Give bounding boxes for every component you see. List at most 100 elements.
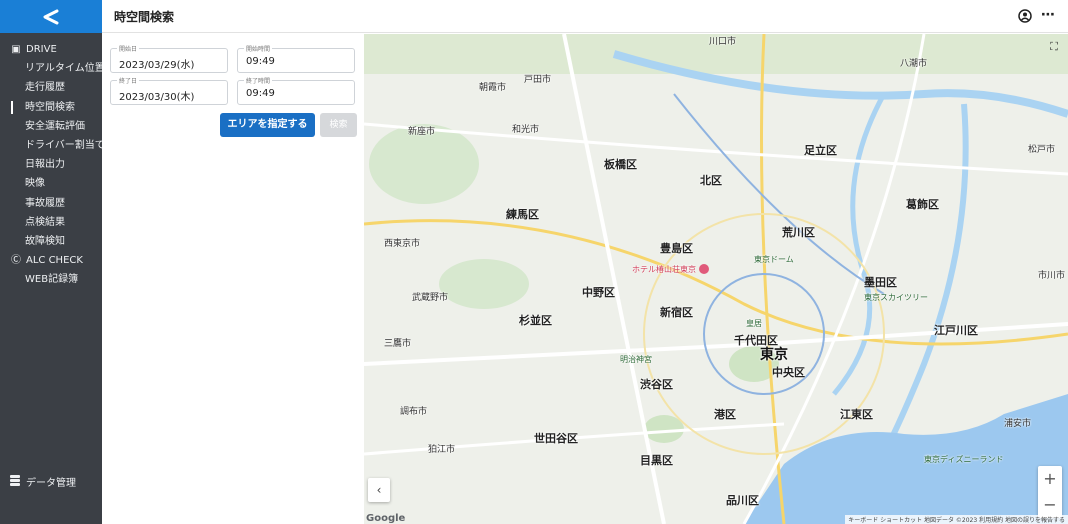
sidebar-item-data-management[interactable]: データ管理 — [10, 474, 76, 489]
map-label-city: 川口市 — [709, 37, 737, 47]
specify-area-button[interactable]: エリアを指定する — [220, 113, 315, 137]
sidebar-item-label: WEB記録簿 — [25, 274, 79, 286]
search-button[interactable]: 検索 — [320, 113, 357, 137]
map-poi: 明治神宮 — [620, 355, 652, 364]
map[interactable]: 練馬区 板橋区 北区 足立区 葛飾区 豊島区 荒川区 中野区 杉並区 新宿区 千… — [364, 34, 1068, 524]
sidebar-item-daily-report[interactable]: 日報出力 — [0, 155, 102, 174]
map-label-ward: 板橋区 — [604, 158, 637, 171]
start-time-field[interactable]: 開始時間 09:49 — [237, 44, 355, 73]
sidebar-item-label: 走行履歴 — [25, 82, 65, 94]
map-label-ward: 墨田区 — [864, 276, 897, 289]
sidebar-item-history[interactable]: 走行履歴 — [0, 78, 102, 97]
start-date-label: 開始日 — [117, 44, 140, 53]
sidebar-item-video[interactable]: 映像 — [0, 174, 102, 193]
map-label-ward: 葛飾区 — [906, 198, 939, 211]
sidebar-item-driver-assign[interactable]: ドライバー割当て — [0, 136, 102, 155]
sidebar-item-label: ALC CHECK — [26, 255, 83, 267]
map-label-city: 三鷹市 — [384, 339, 412, 349]
sidebar-item-accident[interactable]: 事故履歴 — [0, 194, 102, 213]
sidebar-item-label: 安全運転評価 — [25, 120, 85, 132]
google-logo: Google — [366, 513, 406, 524]
database-icon — [10, 474, 20, 489]
zoom-in-button[interactable]: + — [1038, 466, 1062, 492]
map-label-center-city: 東京 — [760, 347, 788, 363]
account-icon[interactable] — [1018, 8, 1032, 27]
alc-icon: Ⓒ — [11, 255, 21, 267]
map-label-ward: 足立区 — [804, 144, 837, 157]
sidebar-item-label: 映像 — [25, 178, 45, 190]
map-label-city: 調布市 — [400, 407, 428, 417]
search-panel: 開始日 2023/03/29(水) 開始時間 09:49 終了日 2023/03… — [102, 34, 364, 524]
sidebar-item-web-log[interactable]: WEB記録簿 — [0, 270, 102, 289]
map-poi: 東京ドーム — [754, 255, 794, 264]
map-label-city: 松戸市 — [1028, 145, 1056, 155]
start-time-value: 09:49 — [246, 56, 275, 67]
map-label-city: 西東京市 — [384, 239, 421, 249]
map-label-ward: 北区 — [700, 174, 722, 187]
map-label-ward: 世田谷区 — [534, 432, 578, 445]
map-label-city: 戸田市 — [524, 75, 552, 85]
map-label-ward: 中野区 — [582, 286, 615, 299]
map-attribution[interactable]: キーボード ショートカット 地図データ ©2023 利用規約 地図の誤りを報告す… — [845, 515, 1068, 524]
fullscreen-icon[interactable]: ⛶ — [1046, 40, 1062, 56]
map-label-city: 狛江市 — [428, 445, 456, 455]
sidebar-nav: ▣ DRIVE リアルタイム位置 走行履歴 時空間検索 安全運転評価 ドライバー割… — [0, 40, 102, 289]
sidebar-item-realtime[interactable]: リアルタイム位置 — [0, 59, 102, 78]
map-label-city: 朝霞市 — [479, 83, 507, 93]
collapse-panel-button[interactable]: ‹ — [368, 478, 390, 502]
back-arrow-icon — [43, 9, 59, 24]
sidebar-item-label: 事故履歴 — [25, 197, 65, 209]
sidebar-item-label: DRIVE — [26, 44, 57, 55]
car-icon: ▣ — [11, 44, 21, 55]
end-time-field[interactable]: 終了時間 09:49 — [237, 76, 355, 105]
zoom-control: + − — [1038, 466, 1062, 518]
map-label-ward: 目黒区 — [640, 454, 673, 467]
map-label-ward: 荒川区 — [782, 226, 815, 239]
map-label-ward: 江東区 — [840, 408, 873, 421]
sidebar-item-label: 日報出力 — [25, 159, 65, 171]
map-label-city: 和光市 — [512, 125, 540, 135]
end-time-value: 09:49 — [246, 88, 275, 99]
sidebar-item-label: 故障検知 — [25, 235, 65, 247]
sidebar-item-label: リアルタイム位置 — [25, 63, 102, 75]
map-label-ward: 港区 — [714, 408, 736, 421]
start-time-label: 開始時間 — [244, 44, 273, 53]
page-title: 時空間検索 — [114, 9, 175, 24]
map-poi: 東京ディズニーランド — [924, 455, 1004, 464]
back-button[interactable] — [0, 0, 102, 33]
map-poi: 東京スカイツリー — [864, 293, 928, 302]
map-label-city: 武蔵野市 — [412, 293, 449, 303]
sidebar-group-alc-check[interactable]: Ⓒ ALC CHECK — [0, 251, 102, 270]
sidebar-item-spacetime-search[interactable]: 時空間検索 — [0, 98, 102, 117]
map-label-city: 浦安市 — [1004, 419, 1032, 429]
map-label-ward: 江戸川区 — [934, 324, 978, 337]
map-label-ward: 中央区 — [772, 366, 805, 379]
end-time-label: 終了時間 — [244, 76, 273, 85]
map-label-ward: 練馬区 — [506, 208, 539, 221]
map-poi: ホテル椿山荘東京 — [632, 265, 696, 274]
sidebar-item-label: 時空間検索 — [25, 101, 75, 113]
map-label-ward: 品川区 — [726, 494, 759, 507]
sidebar-item-inspection[interactable]: 点検結果 — [0, 213, 102, 232]
sidebar: ▣ DRIVE リアルタイム位置 走行履歴 時空間検索 安全運転評価 ドライバー割… — [0, 0, 102, 524]
map-label-ward: 杉並区 — [519, 314, 552, 327]
more-options-icon[interactable]: ⋯ — [1041, 7, 1056, 23]
sidebar-item-label: 点検結果 — [25, 216, 65, 228]
sidebar-group-drive[interactable]: ▣ DRIVE — [0, 40, 102, 59]
sidebar-item-safety[interactable]: 安全運転評価 — [0, 117, 102, 136]
start-date-field[interactable]: 開始日 2023/03/29(水) — [110, 44, 228, 73]
sidebar-item-label: ドライバー割当て — [25, 139, 102, 151]
end-date-value: 2023/03/30(木) — [119, 92, 195, 103]
map-label-city: 市川市 — [1038, 271, 1066, 281]
start-date-value: 2023/03/29(水) — [119, 60, 195, 71]
map-label-ward: 新宿区 — [660, 306, 693, 319]
chevron-left-icon: ‹ — [376, 483, 382, 497]
map-label-city: 新座市 — [408, 127, 436, 137]
end-date-label: 終了日 — [117, 76, 140, 85]
end-date-field[interactable]: 終了日 2023/03/30(木) — [110, 76, 228, 105]
map-label-city: 八潮市 — [900, 59, 928, 69]
map-label-ward: 渋谷区 — [640, 378, 673, 391]
sidebar-item-failure[interactable]: 故障検知 — [0, 232, 102, 251]
map-poi: 皇居 — [746, 319, 762, 328]
top-bar: 時空間検索 ⋯ — [102, 0, 1068, 33]
